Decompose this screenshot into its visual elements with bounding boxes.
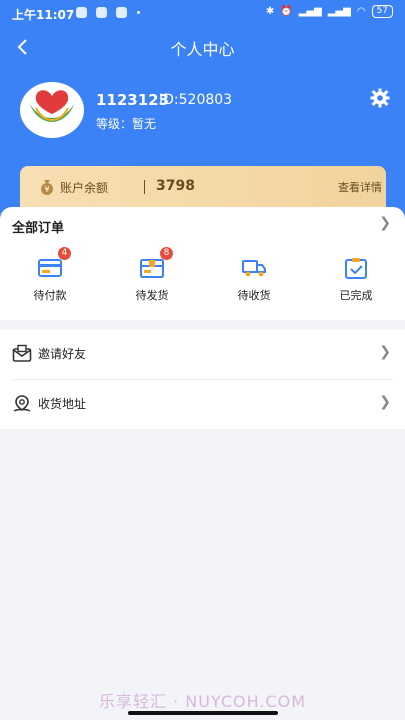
balance-value: 3798 <box>156 178 195 194</box>
app-icon <box>96 7 107 18</box>
chevron-right-icon[interactable]: ❯ <box>379 215 391 231</box>
status-indicators: ✱ ⏰ ▂▄▆ ▂▄▆ ◠ 57 <box>266 5 393 18</box>
status-bar: 上午11:07 ✱ ⏰ ▂▄▆ ▂▄▆ ◠ 57 <box>0 0 405 26</box>
balance-label: 账户余额 <box>60 181 109 195</box>
home-indicator[interactable] <box>128 711 278 715</box>
order-completed[interactable]: 已完成 <box>311 257 401 303</box>
order-label: 待发货 <box>135 289 169 302</box>
menu-item-shipping-address[interactable]: 收货地址 ❯ <box>0 380 405 429</box>
wallet-card-icon: 4 <box>37 247 71 279</box>
member-level: 等级：暂无 <box>96 117 157 131</box>
order-pending-shipment[interactable]: 8 待发货 <box>107 247 197 303</box>
order-label: 待收货 <box>237 289 271 302</box>
settings-button[interactable] <box>370 88 390 108</box>
box-icon: 8 <box>139 247 173 279</box>
order-pending-payment[interactable]: 4 待付款 <box>5 247 95 303</box>
alarm-icon: ⏰ <box>280 6 293 17</box>
balance-divider <box>144 180 145 194</box>
app-icon <box>116 7 127 18</box>
avatar[interactable] <box>20 82 84 138</box>
badge-count: 8 <box>160 247 173 260</box>
user-id: ID:520803 <box>159 92 233 108</box>
badge-count: 4 <box>58 247 71 260</box>
chevron-right-icon: ❯ <box>379 394 391 410</box>
orders-title[interactable]: 全部订单 <box>12 217 64 236</box>
signal-icon: ▂▄▆ <box>298 6 322 17</box>
invite-mail-icon <box>12 344 32 362</box>
money-bag-icon: ¥ <box>41 180 53 195</box>
order-label: 已完成 <box>339 289 373 302</box>
battery-icon: 57 <box>371 5 393 18</box>
chevron-right-icon: ❯ <box>379 344 391 360</box>
svg-text:¥: ¥ <box>44 185 49 194</box>
menu-item-invite-friends[interactable]: 邀请好友 ❯ <box>0 330 405 380</box>
order-label: 待付款 <box>33 289 67 302</box>
gear-icon <box>370 88 390 108</box>
order-pending-receipt[interactable]: 待收货 <box>209 257 299 303</box>
clipboard-check-icon <box>343 257 369 279</box>
watermark: 乐享轻汇 · NUYCOH.COM <box>98 692 306 711</box>
page-title: 个人中心 <box>170 40 235 59</box>
menu-list: 邀请好友 ❯ 收货地址 ❯ <box>0 330 405 429</box>
bluetooth-icon: ✱ <box>265 6 275 17</box>
brand-logo-icon <box>30 90 74 134</box>
menu-item-label: 收货地址 <box>38 397 87 411</box>
truck-icon <box>241 257 267 279</box>
more-dot-icon <box>137 11 140 14</box>
orders-panel: 全部订单 ❯ 4 待付款 8 待发货 待收货 已完成 <box>0 207 405 320</box>
wifi-icon: ◠ <box>356 6 366 17</box>
signal-icon: ▂▄▆ <box>327 6 351 17</box>
view-details-link[interactable]: 查看详情 <box>338 179 382 195</box>
status-time: 上午11:07 <box>12 8 75 22</box>
location-icon <box>13 395 31 412</box>
menu-item-label: 邀请好友 <box>38 347 87 361</box>
notification-icon <box>76 7 87 18</box>
